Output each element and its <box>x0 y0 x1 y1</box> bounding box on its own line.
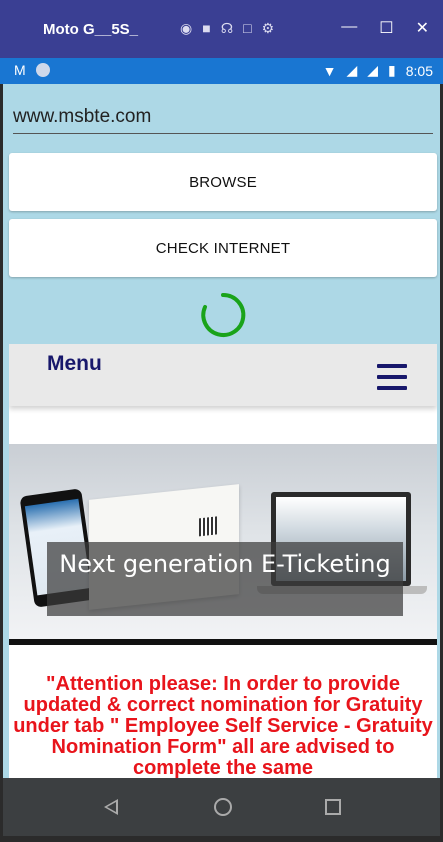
home-icon[interactable] <box>214 798 232 816</box>
emulator-title: Moto G__5S_ <box>43 21 139 38</box>
android-nav-bar <box>3 778 440 836</box>
url-input[interactable]: www.msbte.com <box>13 106 433 134</box>
wifi-icon: ▼ <box>322 62 337 79</box>
fullscreen-icon[interactable]: □ <box>243 20 251 37</box>
recents-icon[interactable] <box>325 799 341 815</box>
video-icon[interactable]: ■ <box>202 20 210 37</box>
close-icon[interactable]: ✕ <box>416 18 429 38</box>
banner-divider <box>9 639 437 645</box>
status-left: M <box>14 62 50 78</box>
emulator-toolbar: ◉ ■ ☊ □ ⚙ <box>180 20 274 37</box>
battery-icon: ▮ <box>388 62 396 78</box>
window-controls: — ☐ ✕ <box>341 18 429 38</box>
status-time: 8:05 <box>405 62 433 79</box>
browse-button[interactable]: BROWSE <box>9 153 437 211</box>
gear-icon[interactable]: ⚙ <box>262 20 275 37</box>
loading-spinner <box>201 292 246 337</box>
check-internet-button[interactable]: CHECK INTERNET <box>9 219 437 277</box>
gmail-icon: M <box>14 62 26 78</box>
minimize-icon[interactable]: — <box>341 18 357 38</box>
circle-icon <box>35 63 50 77</box>
banner-image: Next generation E-Ticketing <box>9 444 437 639</box>
signal-icon: ◢ <box>367 62 379 78</box>
site-menu-bar: Menu <box>9 344 437 406</box>
hamburger-menu-icon[interactable] <box>377 364 407 390</box>
status-right: ▼ ◢ ◢ ▮ 8:05 <box>323 62 433 79</box>
app-screen: www.msbte.com BROWSE CHECK INTERNET Menu… <box>3 84 440 778</box>
webview: Menu Next generation E-Ticketing "Attent… <box>9 344 437 778</box>
back-icon-inner <box>107 802 116 812</box>
menu-label: Menu <box>47 352 102 375</box>
attention-notice: "Attention please: In order to provide u… <box>13 673 433 779</box>
emulator-title-bar: Moto G__5S_ ◉ ■ ☊ □ ⚙ — ☐ ✕ <box>0 0 443 58</box>
banner-caption: Next generation E-Ticketing <box>47 542 403 616</box>
maximize-icon[interactable]: ☐ <box>379 18 393 38</box>
headphones-icon[interactable]: ☊ <box>221 20 233 37</box>
signal-icon: ◢ <box>346 62 358 78</box>
emulator-frame: Moto G__5S_ ◉ ■ ☊ □ ⚙ — ☐ ✕ M ▼ ◢ ◢ ▮ 8:… <box>0 0 443 842</box>
camera-icon[interactable]: ◉ <box>180 20 192 37</box>
android-status-bar: M ▼ ◢ ◢ ▮ 8:05 <box>0 58 443 84</box>
